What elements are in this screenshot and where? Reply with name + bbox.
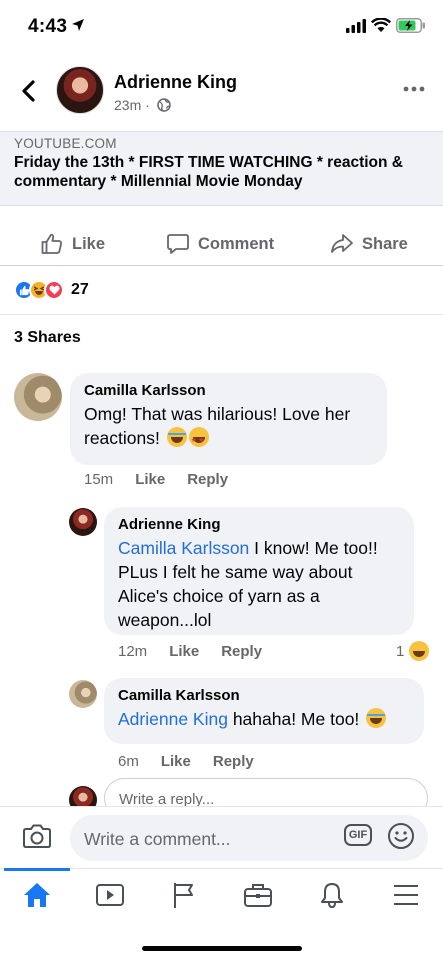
globe-privacy-icon (156, 98, 171, 112)
reply-meta: 12m Like Reply (118, 643, 262, 660)
post-meta: 23m · (114, 97, 171, 113)
comment-reply-button[interactable]: Reply (187, 471, 228, 488)
share-arrow-icon (331, 234, 353, 253)
comment-label: Comment (198, 234, 275, 253)
reply-bubble[interactable]: Camilla Karlsson Adrienne King hahaha! M… (104, 678, 424, 744)
reply-text: Adrienne King hahaha! Me too! (118, 707, 410, 731)
reply-meta: 6m Like Reply (118, 753, 254, 770)
star-struck-emoji-icon (188, 427, 209, 453)
home-icon (24, 883, 50, 907)
emoji-smiley-icon[interactable] (387, 822, 415, 850)
haha-emoji-icon (409, 641, 430, 661)
tab-notifications[interactable] (312, 879, 352, 911)
location-arrow-icon (72, 19, 84, 31)
comment-bubble[interactable]: Camilla Karlsson Omg! That was hilarious… (70, 373, 387, 465)
reply-author-avatar[interactable] (69, 680, 97, 708)
status-time: 4:43 (28, 16, 68, 37)
divider (0, 314, 443, 315)
reply-reply-button[interactable]: Reply (221, 643, 262, 660)
reply-body: hahaha! Me too! (227, 709, 360, 729)
reply-time: 12m (118, 643, 148, 660)
comment-like-button[interactable]: Like (135, 471, 165, 488)
comment-input[interactable]: Write a comment... (70, 815, 428, 861)
camera-icon[interactable] (22, 823, 52, 849)
mention-link[interactable]: Adrienne King (118, 709, 228, 729)
reply-reaction-count: 1 (396, 642, 405, 660)
tab-marketplace[interactable] (238, 879, 278, 911)
status-bar: 4:43 (0, 0, 443, 56)
comment-meta: 15m Like Reply (84, 471, 228, 488)
reply-bubble[interactable]: Adrienne King Camilla Karlsson I know! M… (104, 507, 414, 635)
reply-time: 6m (118, 753, 139, 770)
gif-button[interactable]: GIF (344, 824, 372, 846)
tab-watch[interactable] (90, 879, 130, 911)
reply-author[interactable]: Camilla Karlsson (118, 687, 410, 704)
more-options-icon[interactable] (403, 86, 425, 92)
reply-author[interactable]: Adrienne King (118, 516, 400, 533)
share-label: Share (362, 234, 408, 253)
wifi-icon (371, 18, 391, 32)
bottom-tab-bar (0, 868, 443, 960)
reply-text: Camilla Karlsson I know! Me too!! PLus I… (118, 536, 400, 632)
share-button[interactable]: Share (330, 230, 408, 258)
author-avatar[interactable] (56, 66, 104, 114)
cellular-signal-icon (346, 19, 366, 33)
thumbs-up-icon (41, 233, 62, 254)
battery-charging-icon (396, 18, 425, 33)
back-chevron-icon[interactable] (18, 76, 40, 106)
laughing-tears-emoji-icon (166, 427, 187, 447)
reply-like-button[interactable]: Like (161, 753, 191, 770)
love-reaction-icon (44, 280, 64, 300)
commenter-avatar[interactable] (14, 373, 62, 421)
post-header: Adrienne King 23m · (0, 62, 443, 122)
link-preview[interactable]: YOUTUBE.COM Friday the 13th * FIRST TIME… (0, 131, 443, 206)
reaction-count: 27 (71, 281, 89, 298)
reply-reaction-badge[interactable]: 1 (396, 641, 430, 661)
marketplace-icon (244, 884, 272, 907)
reply-like-button[interactable]: Like (169, 643, 199, 660)
link-domain: YOUTUBE.COM (14, 136, 117, 151)
meta-separator: · (145, 97, 150, 113)
active-tab-indicator (4, 868, 70, 871)
tab-home[interactable] (17, 879, 57, 911)
rofl-emoji-icon (366, 708, 387, 728)
home-indicator (142, 946, 302, 951)
tab-menu[interactable] (386, 879, 426, 911)
comment-button[interactable]: Comment (166, 230, 274, 258)
comment-time: 15m (84, 471, 114, 488)
reactions-summary[interactable]: 27 (14, 278, 89, 302)
pages-flag-icon (174, 883, 193, 908)
comment-bubble-icon (167, 234, 189, 254)
post-actions: Like Comment Share (0, 222, 443, 266)
post-time[interactable]: 23m (114, 97, 141, 113)
comment-author[interactable]: Camilla Karlsson (84, 382, 373, 399)
comment-body: Omg! That was hilarious! Love her reacti… (84, 404, 351, 448)
tab-pages[interactable] (164, 879, 204, 911)
video-icon (96, 884, 124, 906)
reply-author-avatar[interactable] (69, 508, 97, 536)
link-title: Friday the 13th * FIRST TIME WATCHING * … (14, 154, 403, 190)
notifications-bell-icon (321, 883, 343, 908)
shares-count[interactable]: 3 Shares (14, 329, 81, 347)
like-label: Like (72, 234, 106, 253)
comment-text: Omg! That was hilarious! Love her reacti… (84, 402, 373, 453)
like-button[interactable]: Like (40, 230, 105, 258)
post-author-name[interactable]: Adrienne King (114, 72, 237, 93)
reply-reply-button[interactable]: Reply (213, 753, 254, 770)
comment-composer: Write a comment... (0, 806, 443, 868)
menu-icon (394, 885, 418, 905)
mention-link[interactable]: Camilla Karlsson (118, 538, 249, 558)
